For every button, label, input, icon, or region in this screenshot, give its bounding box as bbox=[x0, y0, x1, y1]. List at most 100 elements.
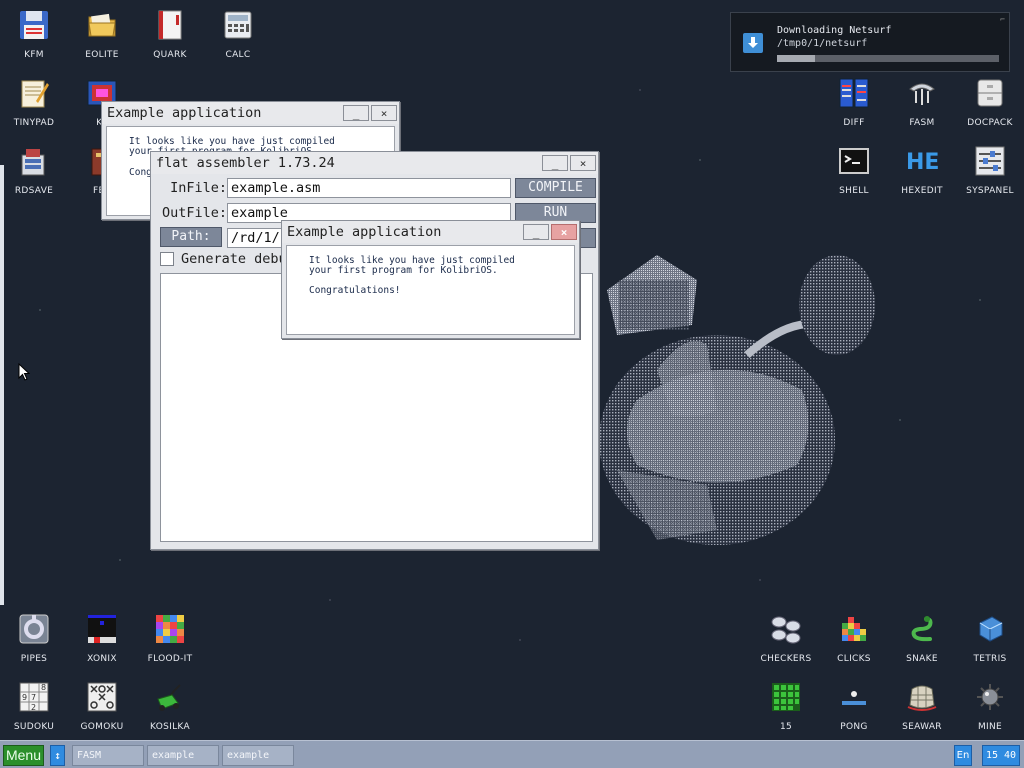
desktop-icon-label: SYSPANEL bbox=[966, 186, 1014, 196]
desktop-icon-diff[interactable]: DIFF bbox=[820, 68, 888, 132]
desktop-icon-flood-it[interactable]: FLOOD-IT bbox=[136, 604, 204, 668]
sliders-icon bbox=[973, 144, 1007, 178]
desktop-icon-gomoku[interactable]: GOMOKU bbox=[68, 672, 136, 736]
desktop-icon-docpack[interactable]: DOCPACK bbox=[956, 68, 1024, 132]
tetris-icon bbox=[973, 612, 1007, 646]
taskbar-item-fasm[interactable]: FASM bbox=[72, 745, 144, 766]
window-client-area: It looks like you have just compiled you… bbox=[286, 245, 575, 335]
desktop-icon-label: RDSAVE bbox=[14, 186, 54, 196]
svg-text:7: 7 bbox=[31, 693, 36, 702]
download-arrow-icon bbox=[743, 33, 763, 53]
close-button[interactable]: × bbox=[371, 105, 397, 121]
desktop-icon-eolite[interactable]: EOLITE bbox=[68, 0, 136, 64]
clock[interactable]: 15 40 bbox=[982, 745, 1020, 766]
window-title: Example application bbox=[107, 105, 262, 121]
desktop-icon-clicks[interactable]: CLICKS bbox=[820, 604, 888, 668]
diff-icon bbox=[837, 76, 871, 110]
desktop-icon-shell[interactable]: SHELL bbox=[820, 136, 888, 200]
desktop-icon-sudoku[interactable]: 8 972 SUDOKU bbox=[0, 672, 68, 736]
sudoku-icon: 8 972 bbox=[17, 680, 51, 714]
desktop-icon-label: PONG bbox=[840, 722, 868, 732]
desktop-icon-label: KFM bbox=[24, 50, 44, 60]
mine-icon bbox=[973, 680, 1007, 714]
desktop-icon-label: MINE bbox=[977, 722, 1003, 732]
desktop-icon-label: TINYPAD bbox=[13, 118, 55, 128]
left-panel-edge bbox=[0, 165, 4, 605]
generate-debug-label: Generate debu bbox=[181, 251, 287, 267]
window-titlebar[interactable]: Example application _ × bbox=[282, 221, 579, 243]
path-button[interactable]: Path: bbox=[160, 227, 222, 247]
desktop-icon-label: SUDOKU bbox=[13, 722, 55, 732]
compile-button[interactable]: COMPILE bbox=[515, 178, 596, 198]
desktop-icon-label: PIPES bbox=[20, 654, 48, 664]
clicks-icon bbox=[837, 612, 871, 646]
window-titlebar[interactable]: flat assembler 1.73.24 _ × bbox=[151, 152, 598, 174]
desktop-icon-tinypad[interactable]: TINYPAD bbox=[0, 68, 68, 132]
outfile-label: OutFile: bbox=[161, 205, 227, 221]
desktop-icon-tetris[interactable]: TETRIS bbox=[956, 604, 1024, 668]
fasm-window[interactable]: flat assembler 1.73.24 _ × InFile: examp… bbox=[150, 151, 599, 550]
floppy-disk-icon bbox=[17, 8, 51, 42]
keyboard-language-indicator[interactable]: En bbox=[954, 745, 972, 766]
desktop-icon-label: XONIX bbox=[87, 654, 117, 664]
checkers-icon bbox=[769, 612, 803, 646]
desktop-icon-hexedit[interactable]: HE HEXEDIT bbox=[888, 136, 956, 200]
desktop-icon-mine[interactable]: MINE bbox=[956, 672, 1024, 736]
swap-tasks-button[interactable]: ↕ bbox=[50, 745, 65, 766]
folder-icon bbox=[85, 8, 119, 42]
desktop-icon-snake[interactable]: SNAKE bbox=[888, 604, 956, 668]
calculator-icon bbox=[221, 8, 255, 42]
desktop-icon-kfm[interactable]: KFM bbox=[0, 0, 68, 64]
corner-marker-icon: ⌐ bbox=[1000, 15, 1005, 24]
gomoku-icon bbox=[85, 680, 119, 714]
download-notification[interactable]: ⌐ Downloading Netsurf /tmp0/1/netsurf bbox=[730, 12, 1010, 72]
notification-title: Downloading Netsurf bbox=[777, 25, 892, 36]
desktop-icon-checkers[interactable]: CHECKERS bbox=[752, 604, 820, 668]
window-titlebar[interactable]: Example application _ × bbox=[102, 102, 399, 124]
example-window-front[interactable]: Example application _ × It looks like yo… bbox=[281, 220, 580, 339]
desktop-icon-kosilka[interactable]: KOSILKA bbox=[136, 672, 204, 736]
desktop-icon-label: HEXEDIT bbox=[901, 186, 943, 196]
download-progress-bar bbox=[777, 55, 999, 62]
minimize-button[interactable]: _ bbox=[343, 105, 369, 121]
desktop-icon-pong[interactable]: PONG bbox=[820, 672, 888, 736]
wallpaper-planet-image bbox=[599, 255, 875, 545]
desktop-icon-label: TETRIS bbox=[973, 654, 1007, 664]
notepad-icon bbox=[17, 76, 51, 110]
desktop-icon-pipes[interactable]: PIPES bbox=[0, 604, 68, 668]
minimize-button[interactable]: _ bbox=[542, 155, 568, 171]
taskbar: Menu ↕ FASM example example En 15 40 bbox=[0, 740, 1024, 768]
fasm-icon bbox=[905, 76, 939, 110]
desktop-icon-label: KOSILKA bbox=[150, 722, 190, 732]
taskbar-item-example[interactable]: example bbox=[147, 745, 219, 766]
desktop-icon-calc[interactable]: CALC bbox=[204, 0, 272, 64]
desktop-icon-seawar[interactable]: SEAWAR bbox=[888, 672, 956, 736]
window-title: flat assembler 1.73.24 bbox=[156, 155, 335, 171]
fifteen-puzzle-icon bbox=[769, 680, 803, 714]
desktop-icon-xonix[interactable]: XONIX bbox=[68, 604, 136, 668]
docpack-icon bbox=[973, 76, 1007, 110]
desktop-icon-fasm[interactable]: FASM bbox=[888, 68, 956, 132]
close-button[interactable]: × bbox=[570, 155, 596, 171]
desktop-icon-15[interactable]: 15 bbox=[752, 672, 820, 736]
desktop-icon-label: SHELL bbox=[839, 186, 869, 196]
desktop-icon-quark[interactable]: QUARK bbox=[136, 0, 204, 64]
desktop-icon-syspanel[interactable]: SYSPANEL bbox=[956, 136, 1024, 200]
taskbar-item-example[interactable]: example bbox=[222, 745, 294, 766]
svg-text:8: 8 bbox=[41, 683, 46, 692]
minimize-button[interactable]: _ bbox=[523, 224, 549, 240]
desktop-icon-rdsave[interactable]: RDSAVE bbox=[0, 136, 68, 200]
window-title: Example application bbox=[287, 224, 442, 240]
desktop-icon-label: CLICKS bbox=[837, 654, 871, 664]
snake-icon bbox=[905, 612, 939, 646]
close-button[interactable]: × bbox=[551, 224, 577, 240]
lawn-mower-icon bbox=[153, 680, 187, 714]
desktop-icon-label: QUARK bbox=[153, 50, 187, 60]
flood-it-icon bbox=[153, 612, 187, 646]
menu-button[interactable]: Menu bbox=[3, 745, 44, 766]
desktop-icon-label: SEAWAR bbox=[902, 722, 942, 732]
infile-input[interactable]: example.asm bbox=[227, 178, 511, 198]
message-line-3: Congratulations! bbox=[309, 285, 401, 296]
desktop-icon-label: FLOOD-IT bbox=[147, 654, 193, 664]
generate-debug-checkbox[interactable] bbox=[160, 252, 174, 266]
